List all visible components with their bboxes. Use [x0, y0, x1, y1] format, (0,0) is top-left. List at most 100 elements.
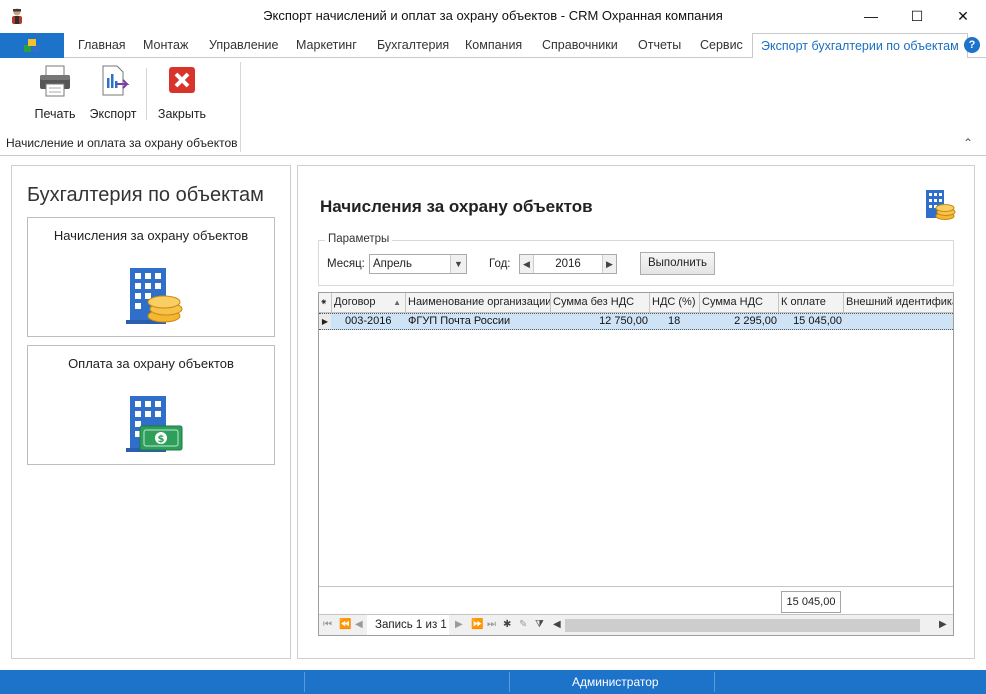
- tab-accounting[interactable]: Бухгалтерия: [377, 38, 449, 52]
- current-user: Администратор: [572, 675, 659, 689]
- filter-icon[interactable]: ⧩: [535, 619, 544, 630]
- tab-directories[interactable]: Справочники: [542, 38, 618, 52]
- grid-header: ⁕ Договор ▲ Наименование организации Сумм…: [319, 293, 953, 313]
- scroll-right-icon[interactable]: ▶: [939, 619, 947, 630]
- sort-asc-icon: ▲: [393, 298, 401, 307]
- prev-record-icon[interactable]: ◀: [355, 619, 363, 630]
- workspace: Бухгалтерия по объектам Начисления за ох…: [0, 156, 986, 670]
- export-button[interactable]: Экспорт: [88, 64, 138, 124]
- run-button[interactable]: Выполнить: [640, 252, 715, 275]
- status-separator: [304, 672, 305, 692]
- ribbon-tabs: Главная Монтаж Управление Маркетинг Бухг…: [0, 32, 986, 59]
- next-record-icon[interactable]: ▶: [455, 619, 463, 630]
- print-button[interactable]: Печать: [30, 64, 80, 124]
- month-label: Месяц:: [327, 258, 365, 270]
- column-header-vat-sum[interactable]: Сумма НДС: [700, 293, 779, 313]
- column-header-external-id[interactable]: Внешний идентификатор: [844, 293, 953, 313]
- ribbon-group-label: Начисление и оплата за охрану объектов: [6, 136, 238, 150]
- printer-icon: [40, 65, 70, 97]
- app-menu-icon: [24, 38, 40, 52]
- nav-card-label: Оплата за охрану объектов: [68, 356, 234, 371]
- month-select[interactable]: Апрель ▼: [369, 254, 467, 274]
- export-label: Экспорт: [89, 107, 137, 121]
- grid-select-all[interactable]: ⁕: [319, 293, 332, 313]
- cell-organization[interactable]: ФГУП Почта России: [408, 314, 550, 329]
- year-spinner[interactable]: ◀ 2016 ▶: [519, 254, 617, 274]
- scroll-left-icon[interactable]: ◀: [553, 619, 561, 630]
- tab-reports[interactable]: Отчеты: [638, 38, 681, 52]
- export-icon: [102, 65, 130, 96]
- building-coins-icon: [126, 268, 183, 324]
- first-record-icon[interactable]: ⏮: [323, 619, 332, 630]
- charges-panel: Начисления за охрану объектов Параметры …: [297, 165, 975, 659]
- nav-card-payments[interactable]: Оплата за охрану объектов $: [27, 345, 275, 465]
- cell-vat-sum[interactable]: 2 295,00: [700, 314, 777, 329]
- tab-company[interactable]: Компания: [465, 38, 522, 52]
- year-label: Год:: [489, 258, 511, 270]
- cell-contract[interactable]: 003-2016: [345, 314, 405, 329]
- increment-arrow-icon[interactable]: ▶: [602, 255, 616, 273]
- ribbon-separator: [146, 68, 147, 120]
- decrement-arrow-icon[interactable]: ◀: [520, 255, 534, 273]
- next-page-icon[interactable]: ⏩: [471, 619, 483, 630]
- minimize-button[interactable]: —: [848, 0, 894, 32]
- cell-sum-no-vat[interactable]: 12 750,00: [551, 314, 648, 329]
- total-to-pay: 15 045,00: [781, 591, 841, 613]
- grid-footer: 15 045,00: [319, 586, 953, 614]
- cell-external-id[interactable]: [846, 314, 953, 329]
- tab-home[interactable]: Главная: [78, 38, 126, 52]
- svg-text:$: $: [158, 434, 165, 445]
- ribbon-panel: Печать Экспорт Закрыть Начисление и опла…: [0, 58, 986, 156]
- print-label: Печать: [34, 107, 76, 121]
- column-header-organization[interactable]: Наименование организации: [406, 293, 551, 313]
- building-coins-icon: [926, 190, 956, 220]
- charges-grid: ⁕ Договор ▲ Наименование организации Сумм…: [318, 292, 954, 636]
- row-indicator-icon: ▶: [319, 314, 331, 329]
- column-header-vat-percent[interactable]: НДС (%): [650, 293, 700, 313]
- parameters-group: Параметры Месяц: Апрель ▼ Год: ◀ 2016 ▶ …: [318, 233, 954, 286]
- nav-card-label: Начисления за охрану объектов: [53, 228, 249, 243]
- close-window-button[interactable]: ✕: [940, 0, 986, 32]
- window-title: Экспорт начислений и оплат за охрану объ…: [263, 8, 723, 23]
- title-bar: Экспорт начислений и оплат за охрану объ…: [0, 0, 986, 32]
- building-cash-icon: $: [126, 396, 183, 452]
- status-bar: Администратор: [0, 670, 986, 694]
- column-header-sum-no-vat[interactable]: Сумма без НДС: [551, 293, 650, 313]
- column-header-contract[interactable]: Договор ▲: [332, 293, 406, 313]
- close-label: Закрыть: [157, 107, 207, 121]
- maximize-button[interactable]: ☐: [894, 0, 940, 32]
- cell-vat-percent[interactable]: 18: [668, 314, 698, 329]
- page-title: Начисления за охрану объектов: [320, 197, 593, 216]
- append-icon[interactable]: ✱: [503, 619, 511, 630]
- tab-marketing[interactable]: Маркетинг: [296, 38, 357, 52]
- record-counter: Запись 1 из 1: [367, 615, 449, 635]
- prev-page-icon[interactable]: ⏪: [339, 619, 351, 630]
- year-value: 2016: [555, 258, 581, 270]
- table-row[interactable]: ▶ 003-2016 ФГУП Почта России 12 750,00 1…: [319, 313, 953, 330]
- column-header-label: Договор: [334, 296, 376, 308]
- month-value: Апрель: [373, 258, 413, 270]
- tab-export-accounting[interactable]: Экспорт бухгалтерии по объектам: [752, 33, 968, 59]
- close-button[interactable]: Закрыть: [154, 64, 210, 124]
- chevron-down-icon[interactable]: ▼: [450, 255, 466, 273]
- nav-panel-title: Бухгалтерия по объектам: [27, 184, 264, 206]
- chevron-up-icon[interactable]: ⌃: [963, 136, 973, 150]
- parameters-legend: Параметры: [325, 233, 393, 245]
- status-separator: [714, 672, 715, 692]
- status-separator: [509, 672, 510, 692]
- ribbon-group-separator: [240, 62, 241, 152]
- edit-icon[interactable]: ✎: [519, 619, 527, 630]
- close-red-icon: [169, 67, 195, 93]
- grid-navigator: ⏮ ⏪ ◀ Запись 1 из 1 ▶ ⏩ ⏭ ✱ ✎ ⧩ ◀ ▶: [319, 614, 953, 635]
- tab-management[interactable]: Управление: [209, 38, 279, 52]
- application-menu-button[interactable]: [0, 33, 64, 58]
- last-record-icon[interactable]: ⏭: [487, 619, 496, 630]
- cell-to-pay[interactable]: 15 045,00: [779, 314, 842, 329]
- help-icon[interactable]: ?: [964, 37, 980, 53]
- accounting-nav-panel: Бухгалтерия по объектам Начисления за ох…: [11, 165, 291, 659]
- column-header-to-pay[interactable]: К оплате: [779, 293, 844, 313]
- horizontal-scrollbar[interactable]: [565, 619, 920, 632]
- tab-installation[interactable]: Монтаж: [143, 38, 188, 52]
- tab-service[interactable]: Сервис: [700, 38, 743, 52]
- nav-card-charges[interactable]: Начисления за охрану объектов: [27, 217, 275, 337]
